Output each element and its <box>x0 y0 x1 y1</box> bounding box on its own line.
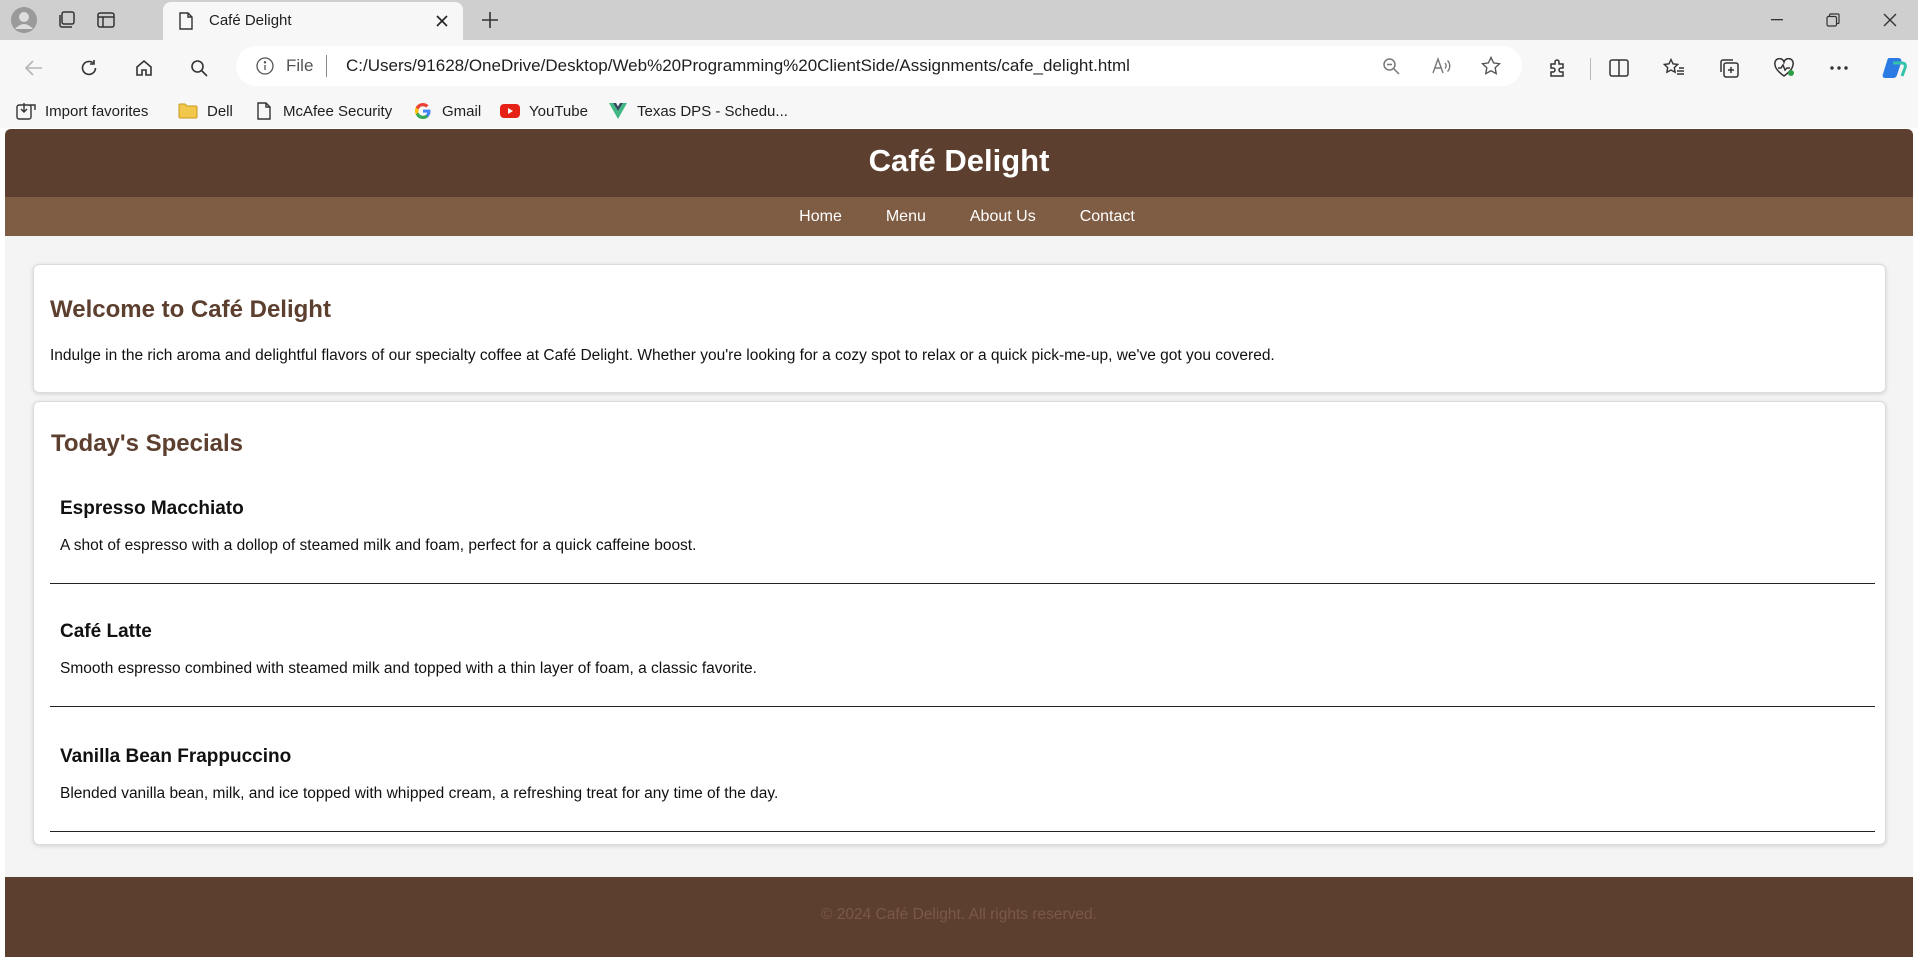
import-icon <box>16 101 36 121</box>
bookmark-label: McAfee Security <box>283 102 393 120</box>
special-item-name: Café Latte <box>60 621 152 642</box>
folder-icon <box>178 101 198 121</box>
new-tab-icon[interactable] <box>474 4 506 36</box>
active-tab[interactable]: Café Delight <box>163 2 463 40</box>
welcome-section: Welcome to Café Delight Indulge in the r… <box>33 264 1886 393</box>
home-icon[interactable] <box>126 50 162 86</box>
close-tab-icon[interactable] <box>431 10 453 32</box>
bookmark-gmail[interactable]: Gmail <box>413 94 481 128</box>
page-viewport: Café Delight Home Menu About Us Contact … <box>5 129 1913 957</box>
bookmark-label: YouTube <box>529 102 588 120</box>
bookmark-mcafee-security[interactable]: McAfee Security <box>254 94 392 128</box>
bookmark-label: Gmail <box>442 102 482 120</box>
workspaces-icon[interactable] <box>50 4 82 36</box>
special-item-name: Vanilla Bean Frappuccino <box>60 746 292 767</box>
specials-section: Today's Specials Espresso Macchiato A sh… <box>33 401 1886 845</box>
vertical-tabs-icon[interactable] <box>90 4 122 36</box>
bookmark-label: Texas DPS - Schedu... <box>637 102 788 120</box>
favorite-star-icon[interactable] <box>1480 55 1502 77</box>
zoom-out-icon[interactable] <box>1380 55 1402 77</box>
browser-tab-strip: Café Delight <box>0 0 1918 40</box>
browser-toolbar: File C:/Users/91628/OneDrive/Desktop/Web… <box>0 40 1918 128</box>
favorites-icon[interactable] <box>1656 50 1692 86</box>
special-item-description: Smooth espresso combined with steamed mi… <box>60 660 757 677</box>
info-icon[interactable] <box>256 57 274 75</box>
address-bar[interactable]: File C:/Users/91628/OneDrive/Desktop/Web… <box>236 46 1522 86</box>
youtube-icon <box>500 101 520 121</box>
more-options-icon[interactable] <box>1821 50 1857 86</box>
search-icon[interactable] <box>181 50 217 86</box>
extensions-icon[interactable] <box>1540 50 1576 86</box>
read-aloud-icon[interactable] <box>1430 55 1452 77</box>
vue-icon <box>608 101 628 121</box>
special-item: Café Latte Smooth espresso combined with… <box>50 621 1875 707</box>
site-nav: Home Menu About Us Contact <box>5 197 1913 236</box>
tab-title: Café Delight <box>209 12 292 29</box>
nav-link-home[interactable]: Home <box>799 208 842 226</box>
copilot-icon[interactable] <box>1876 50 1912 86</box>
specials-heading: Today's Specials <box>51 430 244 457</box>
back-icon[interactable] <box>16 50 52 86</box>
toolbar-divider <box>1590 58 1591 80</box>
minimize-icon[interactable] <box>1749 0 1805 40</box>
footer-text: © 2024 Café Delight. All rights reserved… <box>821 906 1097 923</box>
page-icon <box>254 101 274 121</box>
url-scheme: File <box>286 56 314 75</box>
site-header: Café Delight <box>5 129 1913 197</box>
welcome-text: Indulge in the rich aroma and delightful… <box>50 347 1275 364</box>
special-item-description: Blended vanilla bean, milk, and ice topp… <box>60 785 779 802</box>
browser-essentials-icon[interactable] <box>1766 50 1802 86</box>
nav-link-about-us[interactable]: About Us <box>970 208 1036 226</box>
bookmark-texas-dps[interactable]: Texas DPS - Schedu... <box>608 94 788 128</box>
welcome-heading: Welcome to Café Delight <box>50 296 331 323</box>
profile-avatar-icon[interactable] <box>8 4 40 36</box>
url-text[interactable]: C:/Users/91628/OneDrive/Desktop/Web%20Pr… <box>346 56 1130 76</box>
special-item-name: Espresso Macchiato <box>60 498 244 519</box>
nav-link-menu[interactable]: Menu <box>886 208 926 226</box>
nav-link-contact[interactable]: Contact <box>1080 208 1135 226</box>
special-item-description: A shot of espresso with a dollop of stea… <box>60 537 697 554</box>
bookmark-label: Import favorites <box>45 102 149 120</box>
split-screen-icon[interactable] <box>1601 50 1637 86</box>
page-icon <box>179 12 193 35</box>
site-footer: © 2024 Café Delight. All rights reserved… <box>5 877 1913 957</box>
bookmark-dell[interactable]: Dell <box>178 94 233 128</box>
close-window-icon[interactable] <box>1862 0 1918 40</box>
google-icon <box>413 101 433 121</box>
bookmark-youtube[interactable]: YouTube <box>500 94 588 128</box>
collections-icon[interactable] <box>1711 50 1747 86</box>
bookmark-import-favorites[interactable]: Import favorites <box>16 94 148 128</box>
refresh-icon[interactable] <box>71 50 107 86</box>
bookmarks-bar: Import favorites Dell McAfee Security Gm… <box>0 94 1918 128</box>
url-separator <box>326 55 327 77</box>
restore-icon[interactable] <box>1805 0 1861 40</box>
special-item: Vanilla Bean Frappuccino Blended vanilla… <box>50 746 1875 832</box>
bookmark-label: Dell <box>207 102 233 120</box>
site-title: Café Delight <box>868 143 1050 178</box>
special-item: Espresso Macchiato A shot of espresso wi… <box>50 498 1875 584</box>
